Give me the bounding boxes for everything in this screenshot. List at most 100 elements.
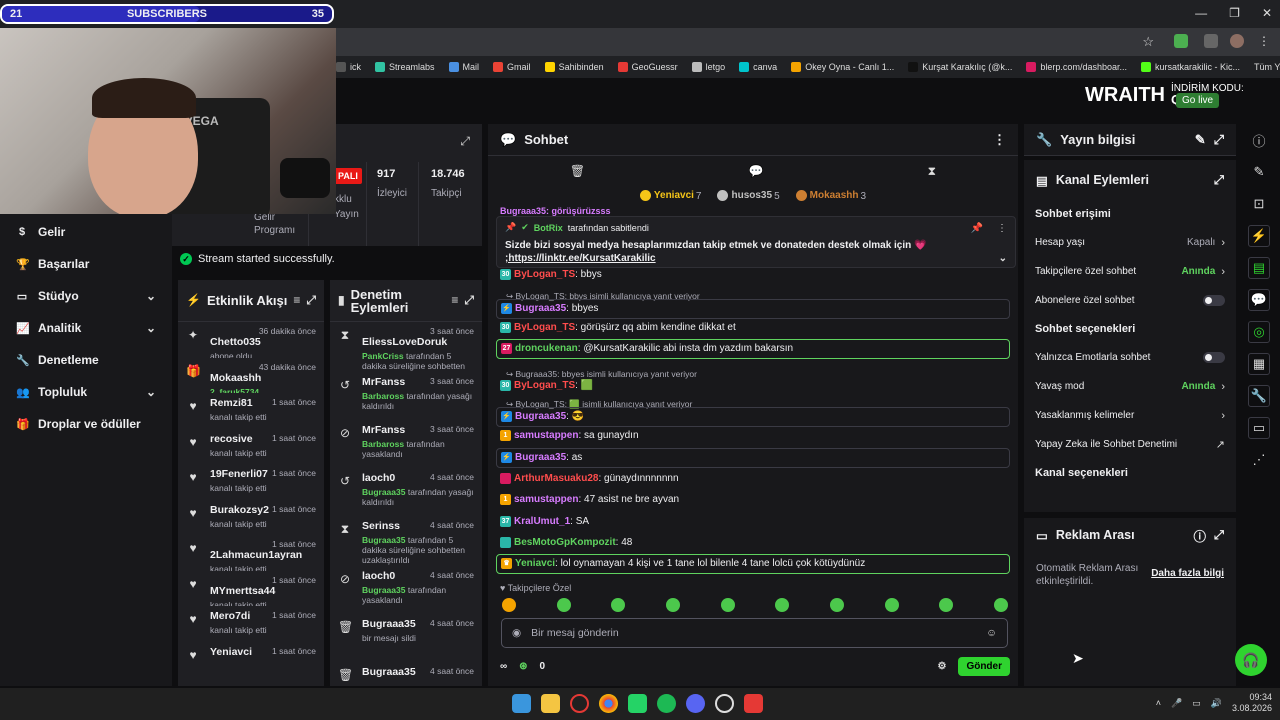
chrome-icon[interactable] (599, 694, 618, 713)
trash-icon[interactable]: 🗑 (570, 164, 585, 178)
popout-icon[interactable]: ⤢ (306, 294, 316, 307)
clock[interactable]: 09:34 3.08.2026 (1232, 692, 1272, 714)
chat-message[interactable]: 30 ByLogan_TS: bbys (500, 268, 1010, 282)
emotes-only-toggle[interactable] (1203, 352, 1225, 363)
emote-icon[interactable] (993, 598, 1008, 612)
chat-username[interactable]: ByLogan_TS (514, 380, 575, 391)
feed-item[interactable]: ✦ 36 dakika önce Chetto035 abone oldu (178, 322, 324, 358)
sidebar-item-2[interactable]: 🏆 Başarılar (0, 248, 172, 280)
feed-actor[interactable]: Bugraaa35 (362, 487, 405, 497)
chat-username[interactable]: ByLogan_TS (514, 269, 575, 280)
edit-icon[interactable]: ✎ (1195, 132, 1206, 148)
wrench-icon[interactable]: 🔧 (1238, 380, 1280, 412)
subs-only-toggle[interactable] (1203, 295, 1225, 306)
emote-icon[interactable] (665, 598, 680, 612)
emote-icon[interactable] (939, 598, 954, 612)
chat-message[interactable]: 37 KralUmut_1: SA (500, 515, 1010, 529)
start-icon[interactable] (512, 694, 531, 713)
bookmark-item[interactable]: GeoGuessr (617, 62, 678, 72)
chat-message[interactable]: 30 ByLogan_TS: 🟩 (500, 379, 1010, 393)
send-button[interactable]: Gönder (958, 656, 1010, 676)
chat-message[interactable]: 1 samustappen: sa gunaydın (500, 429, 1010, 443)
chat-username[interactable]: samustappen (514, 430, 578, 441)
chat-message[interactable]: ⚡ Bugraaa35: bbyes (496, 299, 1010, 319)
feed-item[interactable]: ⊘ 4 saat önce laoch0 Bugraaa35 tarafından y… (330, 566, 482, 614)
chat-username[interactable]: droncukenan (515, 343, 578, 354)
chat-username[interactable]: ByLogan_TS (514, 322, 575, 333)
feed-actor[interactable]: Barbaross (362, 439, 404, 449)
bookmark-item[interactable]: blerp.com/dashboar... (1026, 62, 1127, 72)
chat-message[interactable]: 1 samustappen: 47 asist ne bre ayvan (500, 493, 1010, 507)
feed-item[interactable]: ⧗ 4 saat önce Serinss Bugraaa35 tarafından … (330, 516, 482, 566)
emote-icon[interactable] (775, 598, 790, 612)
feed-item[interactable]: ♥ 1 saat önce recosive kanalı takip etti (178, 429, 324, 465)
chat-message[interactable]: ⚡ Bugraaa35: 😎 (496, 407, 1010, 427)
pinned-link[interactable]: ;https://linktr.ee/KursatKarakilic (505, 253, 656, 264)
sidebar-item-5[interactable]: 🔧 Denetleme (0, 344, 172, 376)
network-icon[interactable]: ▭ (1192, 698, 1201, 709)
feed-item[interactable]: ⧗ 3 saat önce EliessLoveDoruk PankCriss tar… (330, 322, 482, 372)
feed-item[interactable]: ♥ 1 saat önce Mero7di kanalı takip etti (178, 606, 324, 642)
bookmark-item[interactable]: Mail (448, 62, 479, 72)
chat-bubble-icon[interactable]: 💬 (1238, 284, 1280, 316)
feed-actor[interactable]: Barbaross (362, 391, 404, 401)
info-icon[interactable]: ⓘ (1193, 526, 1206, 545)
more-icon[interactable]: ⋮ (997, 223, 1007, 234)
chat-username[interactable]: BesMotoGpKompozit (514, 537, 616, 548)
feed-item[interactable]: ⊘ 3 saat önce MrFanss Barbaross tarafından … (330, 420, 482, 468)
leaderboard-entry[interactable]: husos35 5 (717, 190, 780, 202)
gear-icon[interactable]: ⚙ (937, 661, 946, 672)
bookmark-item[interactable]: Gmail (493, 62, 531, 72)
bookmark-item[interactable]: letgo (691, 62, 725, 72)
pin-icon[interactable]: 📌 (971, 223, 983, 234)
emote-icon[interactable] (829, 598, 844, 612)
chat-username[interactable]: samustappen (514, 494, 578, 505)
profile-avatar[interactable] (1230, 34, 1244, 48)
bookmark-item[interactable]: canva (739, 62, 777, 72)
feed-item[interactable]: ♥ 1 saat önce MYmerttsa44 kanalı takip etti (178, 571, 324, 607)
feed-item[interactable]: ♥ 1 saat önce 2Lahmacun1ayran kanalı takip … (178, 535, 324, 571)
whatsapp-icon[interactable] (628, 694, 647, 713)
opera-icon[interactable] (570, 694, 589, 713)
feed-item[interactable]: ♥ 1 saat önce Burakozsy2 kanalı takip etti (178, 500, 324, 536)
spotify-icon[interactable] (657, 694, 676, 713)
all-bookmarks[interactable]: Tüm Yer İşaretleri (1254, 62, 1280, 72)
address-bar[interactable]: ☆ ⋮ (336, 28, 1280, 56)
broadcast-icon[interactable]: ◎ (1238, 316, 1280, 348)
camera-icon[interactable]: ⊡ (1238, 188, 1280, 220)
account-age-row[interactable]: Hesap yaşı Kapalı › (1024, 228, 1236, 257)
bookmark-item[interactable]: Streamlabs (375, 62, 435, 72)
leaderboard-entry[interactable]: Mokaashh 3 (795, 190, 866, 202)
sidebar-item-7[interactable]: 🎁 Droplar ve ödüller (0, 408, 172, 440)
volume-icon[interactable]: 🔊 (1211, 698, 1222, 709)
filter-icon[interactable]: ≡ (293, 294, 300, 307)
bookmark-item[interactable]: ick (336, 62, 361, 72)
explorer-icon[interactable] (541, 694, 560, 713)
emote-icon[interactable] (884, 598, 899, 612)
popout-icon[interactable]: ⤢ (1214, 132, 1224, 148)
close-icon[interactable]: ✕ (1262, 6, 1272, 20)
chat-username[interactable]: ArthurMasuaku28 (514, 473, 598, 484)
chat-username[interactable]: Bugraaa35 (515, 411, 566, 422)
leaderboard-entry[interactable]: Yeniavci 7 (639, 190, 701, 202)
chat-message[interactable]: 30 ByLogan_TS: görüşürz qq abim kendine d… (500, 321, 1010, 335)
stats-icon[interactable]: ▦ (1238, 348, 1280, 380)
help-button[interactable]: 🎧 (1235, 644, 1267, 676)
feed-actor[interactable]: 2, faruk5734, sayko_panda (210, 387, 264, 394)
emoji-icon[interactable]: ☺ (986, 627, 997, 639)
sidebar-item-6[interactable]: 👥 Topluluk ⌄ (0, 376, 172, 408)
minimize-icon[interactable]: — (1195, 6, 1207, 20)
obs-icon[interactable] (715, 694, 734, 713)
feed-item[interactable]: 🎁 43 dakika önceMokaashh2, faruk5734, say… (178, 358, 324, 394)
star-icon[interactable]: ☆ (1142, 34, 1154, 50)
lightning-icon[interactable]: ⚡ (1238, 220, 1280, 252)
share-icon[interactable]: ⋰ (1238, 444, 1280, 476)
sidebar-item-3[interactable]: ▭ Stüdyo ⌄ (0, 280, 172, 312)
chat-username[interactable]: Bugraaa35 (515, 303, 566, 314)
filter-icon[interactable]: ≡ (451, 294, 458, 307)
banned-words-row[interactable]: Yasaklanmış kelimeler › (1024, 401, 1236, 430)
chat-message[interactable]: ♛ Yeniavci: lol oynamayan 4 kişi ve 1 tan… (496, 554, 1010, 574)
feed-item[interactable]: ♥ 1 saat önce 19Fenerli07 kanalı takip etti (178, 464, 324, 500)
chat-username[interactable]: Bugraaa35 (515, 452, 566, 463)
bookmark-item[interactable]: Kurşat Karakılıç (@k... (908, 62, 1012, 72)
